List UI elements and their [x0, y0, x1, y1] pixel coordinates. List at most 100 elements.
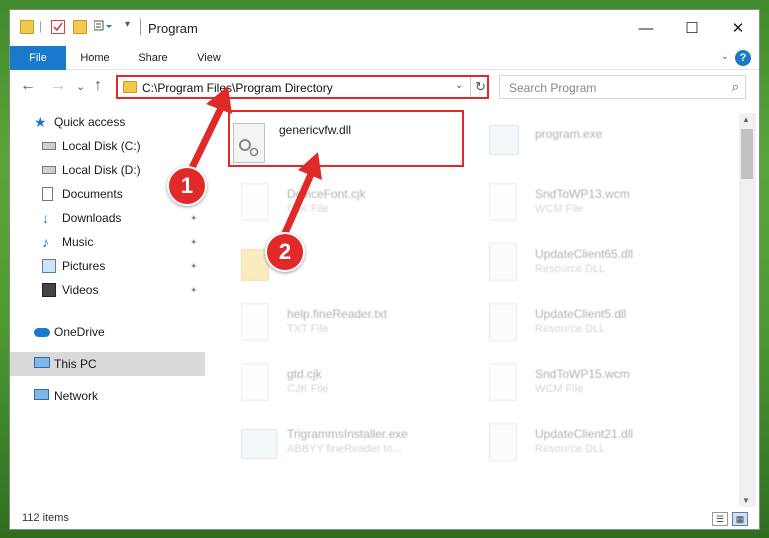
highlight-box — [228, 110, 464, 167]
vertical-scrollbar[interactable]: ▲ ▼ — [739, 113, 756, 507]
dll-file-icon — [489, 243, 517, 281]
file-type: TXT File — [287, 323, 329, 335]
navigation-bar: ← → ⌄ ↑ C:\Program Files\Program Directo… — [10, 71, 759, 103]
address-path[interactable]: C:\Program Files\Program Directory — [142, 81, 333, 95]
ribbon-tabs: File Home Share View ⌄ ? — [10, 46, 759, 70]
step-marker-1: 1 — [167, 166, 207, 206]
search-placeholder: Search Program — [509, 81, 597, 95]
document-file-icon — [241, 183, 269, 221]
file-name: SndToWP13.wcm — [535, 187, 630, 201]
back-button[interactable]: ← — [20, 77, 36, 95]
file-name: UpdateClient21.dll — [535, 427, 634, 441]
file-type: WCM File — [535, 203, 584, 215]
sidebar-item-music[interactable]: ♪ Music ✦ — [10, 230, 205, 254]
file-type: WCM File — [535, 383, 584, 395]
file-item[interactable]: DeviceFont.cjk CJK File — [241, 181, 461, 231]
search-icon[interactable]: ⌕ — [732, 79, 739, 95]
file-type: CJK File — [287, 383, 329, 395]
scrollbar-thumb[interactable] — [741, 129, 753, 179]
up-button[interactable]: ↑ — [94, 77, 102, 95]
tab-home[interactable]: Home — [72, 46, 118, 70]
sidebar-item-network[interactable]: Network — [10, 384, 205, 408]
file-item[interactable]: TrigrammsInstaller.exe ABBYY fineReader … — [241, 421, 461, 471]
sidebar-item-label: Videos — [62, 283, 99, 297]
properties-icon[interactable] — [51, 20, 65, 34]
file-type: Resource DLL — [535, 263, 606, 275]
status-bar: 112 items ☰ ▦ — [10, 509, 759, 531]
forward-button[interactable]: → — [50, 77, 66, 95]
pin-icon[interactable]: ✦ — [190, 278, 198, 302]
file-name: SndToWP15.wcm — [535, 367, 630, 381]
explorer-window: | ▾ Program — ☐ ✕ File Home Share View ⌄… — [9, 9, 760, 530]
file-name: gtd.cjk — [287, 367, 322, 381]
sidebar-item-label: Local Disk (D:) — [62, 163, 141, 177]
computer-icon — [34, 357, 50, 368]
file-name: TrigrammsInstaller.exe — [287, 427, 408, 441]
help-icon[interactable]: ? — [735, 50, 751, 66]
file-type: CJK File — [287, 203, 329, 215]
download-icon: ↓ — [42, 210, 49, 226]
sidebar-item-this-pc[interactable]: This PC — [10, 352, 205, 376]
tab-share[interactable]: Share — [130, 46, 176, 70]
document-file-icon — [489, 363, 517, 401]
large-icons-view-icon[interactable]: ▦ — [732, 512, 748, 526]
close-button[interactable]: ✕ — [715, 10, 761, 46]
music-icon: ♪ — [42, 234, 49, 250]
details-view-icon[interactable]: ☰ — [712, 512, 728, 526]
file-item[interactable]: program.exe — [489, 121, 729, 171]
sidebar-item-label: Music — [62, 235, 94, 249]
sidebar-item-label: Documents — [62, 187, 123, 201]
sidebar-item-label: Network — [54, 389, 99, 403]
sidebar-item-videos[interactable]: Videos ✦ — [10, 278, 205, 302]
document-file-icon — [489, 183, 517, 221]
file-item[interactable]: help.fineReader.txt TXT File — [241, 301, 461, 351]
pictures-icon — [42, 259, 56, 273]
customize-toolbar-icon[interactable] — [93, 20, 112, 34]
folder-icon — [123, 81, 137, 93]
address-dropdown-icon[interactable]: ⌄ — [455, 80, 463, 91]
file-item[interactable]: UpdateClient21.dll Resource DLL — [489, 421, 729, 471]
sidebar-item-downloads[interactable]: ↓ Downloads ✦ — [10, 206, 205, 230]
search-input[interactable]: Search Program ⌕ — [499, 75, 746, 99]
sidebar-item-label: Quick access — [54, 115, 126, 129]
sidebar-item-local-disk-c[interactable]: Local Disk (C:) — [10, 134, 205, 158]
file-name: DeviceFont.cjk — [287, 187, 366, 201]
video-icon — [42, 283, 56, 297]
maximize-button[interactable]: ☐ — [669, 10, 715, 46]
expand-ribbon-icon[interactable]: ⌄ — [721, 51, 729, 62]
document-file-icon — [241, 363, 269, 401]
file-type: ABBYY fineReader to... — [287, 443, 402, 455]
sidebar-item-quick-access[interactable]: ★ Quick access — [10, 110, 205, 134]
sidebar-item-label: This PC — [54, 357, 97, 371]
dll-file-icon — [489, 303, 517, 341]
tab-file[interactable]: File — [10, 46, 66, 70]
sidebar-item-label: Local Disk (C:) — [62, 139, 141, 153]
refresh-button[interactable]: ↻ — [475, 79, 486, 95]
file-name: UpdateClient65.dll — [535, 247, 634, 261]
scroll-up-icon[interactable]: ▲ — [742, 115, 750, 124]
file-item[interactable]: UpdateClient5.dll Resource DLL — [489, 301, 729, 351]
file-name: help.fineReader.txt — [287, 307, 388, 321]
drive-icon — [42, 142, 56, 150]
pin-icon[interactable]: ✦ — [190, 230, 198, 254]
new-folder-icon[interactable] — [73, 20, 87, 34]
sidebar-item-pictures[interactable]: Pictures ✦ — [10, 254, 205, 278]
sidebar-item-label: Downloads — [62, 211, 122, 225]
file-item[interactable]: UpdateClient65.dll Resource DLL — [489, 241, 729, 291]
minimize-button[interactable]: — — [623, 10, 669, 46]
exe-file-icon — [489, 125, 519, 155]
drive-icon — [42, 166, 56, 174]
window-title: Program — [148, 21, 198, 36]
file-item[interactable]: SndToWP13.wcm WCM File — [489, 181, 729, 231]
sidebar-item-onedrive[interactable]: OneDrive — [10, 320, 205, 344]
tab-view[interactable]: View — [186, 46, 232, 70]
pin-icon[interactable]: ✦ — [190, 206, 198, 230]
pin-icon[interactable]: ✦ — [190, 254, 198, 278]
qa-dropdown-icon[interactable]: ▾ — [125, 19, 130, 30]
item-count: 112 items — [22, 512, 69, 524]
recent-locations-button[interactable]: ⌄ — [76, 80, 85, 93]
address-bar[interactable]: C:\Program Files\Program Directory ⌄ ↻ — [116, 75, 489, 99]
scroll-down-icon[interactable]: ▼ — [742, 496, 750, 505]
file-item[interactable]: SndToWP15.wcm WCM File — [489, 361, 729, 411]
file-item[interactable]: gtd.cjk CJK File — [241, 361, 461, 411]
